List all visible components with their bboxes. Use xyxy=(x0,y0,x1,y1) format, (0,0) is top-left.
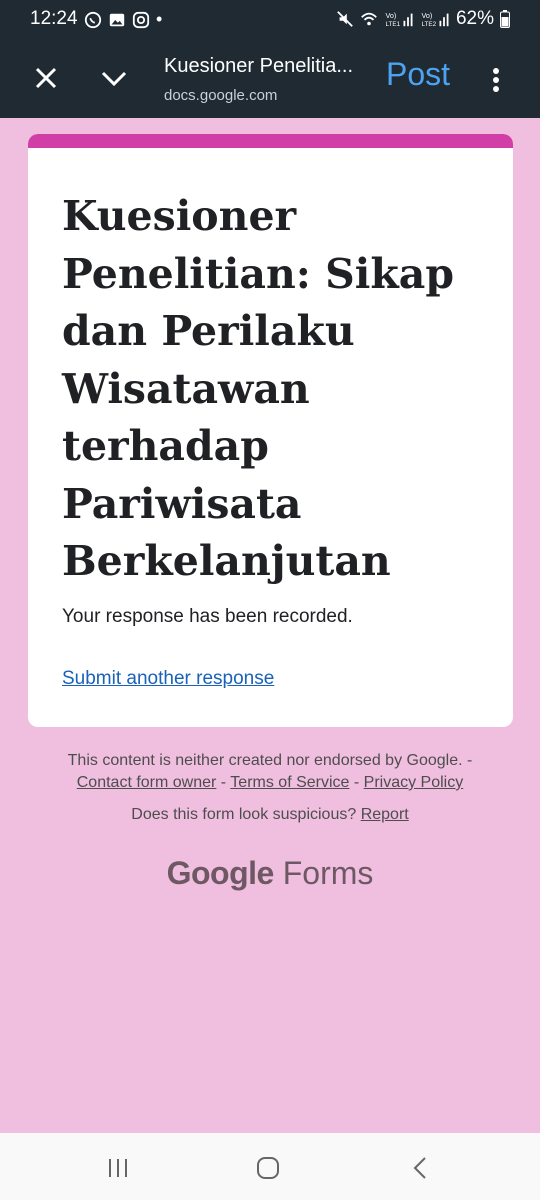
terms-link[interactable]: Terms of Service xyxy=(230,774,349,791)
status-bar: 12:24 • Vo) LTE1 Vo) LTE2 62% xyxy=(0,0,540,38)
suspicious-question: Does this form look suspicious? xyxy=(131,806,357,823)
instagram-icon xyxy=(132,11,150,28)
suspicious-row: Does this form look suspicious? Report xyxy=(0,806,540,824)
separator: - xyxy=(216,774,231,791)
page-url: docs.google.com xyxy=(164,87,278,104)
response-message: Your response has been recorded. xyxy=(62,606,353,627)
logo-product: Forms xyxy=(282,855,374,891)
notification-icons: • xyxy=(84,9,162,30)
status-time: 12:24 xyxy=(30,8,78,29)
battery-icon xyxy=(500,10,510,28)
post-button[interactable]: Post xyxy=(386,56,450,93)
svg-text:LTE1: LTE1 xyxy=(385,21,400,28)
back-icon[interactable] xyxy=(405,1153,435,1183)
svg-text:Vo): Vo) xyxy=(421,11,432,20)
lte2-signal-icon: Vo)LTE2 xyxy=(421,11,449,28)
footer-disclaimer: This content is neither created nor endo… xyxy=(0,750,540,794)
recents-icon[interactable] xyxy=(103,1153,133,1183)
whatsapp-icon xyxy=(84,11,102,28)
logo-brand: Google xyxy=(166,855,275,891)
footer-links: Contact form owner - Terms of Service - … xyxy=(0,772,540,794)
report-link[interactable]: Report xyxy=(361,806,409,823)
google-forms-logo[interactable]: Google Forms xyxy=(0,855,540,892)
battery-percent: 62% xyxy=(455,8,494,29)
privacy-link[interactable]: Privacy Policy xyxy=(364,774,464,791)
form-card: Kuesioner Penelitian: Sikap dan Perilaku… xyxy=(28,134,513,727)
close-icon[interactable] xyxy=(28,60,64,96)
status-dot: • xyxy=(156,9,163,29)
disclaimer-text: This content is neither created nor endo… xyxy=(67,752,473,769)
page-title: Kuesioner Penelitia... xyxy=(164,55,354,77)
submit-another-link[interactable]: Submit another response xyxy=(62,668,274,690)
svg-text:Vo): Vo) xyxy=(385,11,396,20)
mute-icon xyxy=(337,11,353,27)
svg-text:LTE2: LTE2 xyxy=(421,21,436,28)
form-title: Kuesioner Penelitian: Sikap dan Perilaku… xyxy=(62,192,454,585)
home-icon[interactable] xyxy=(253,1153,283,1183)
chevron-down-icon[interactable] xyxy=(96,60,132,96)
separator: - xyxy=(349,774,364,791)
navigation-bar xyxy=(0,1133,540,1200)
wifi-icon xyxy=(361,12,377,26)
system-icons: Vo) LTE1 Vo) LTE2 62% xyxy=(336,8,510,30)
card-accent-bar xyxy=(28,134,513,148)
app-bar: Kuesioner Penelitia... docs.google.com P… xyxy=(0,38,540,118)
lte1-signal-icon: Vo)LTE1 xyxy=(385,11,413,28)
more-vert-icon[interactable] xyxy=(484,62,508,98)
contact-owner-link[interactable]: Contact form owner xyxy=(77,774,217,791)
gallery-icon xyxy=(109,13,125,26)
